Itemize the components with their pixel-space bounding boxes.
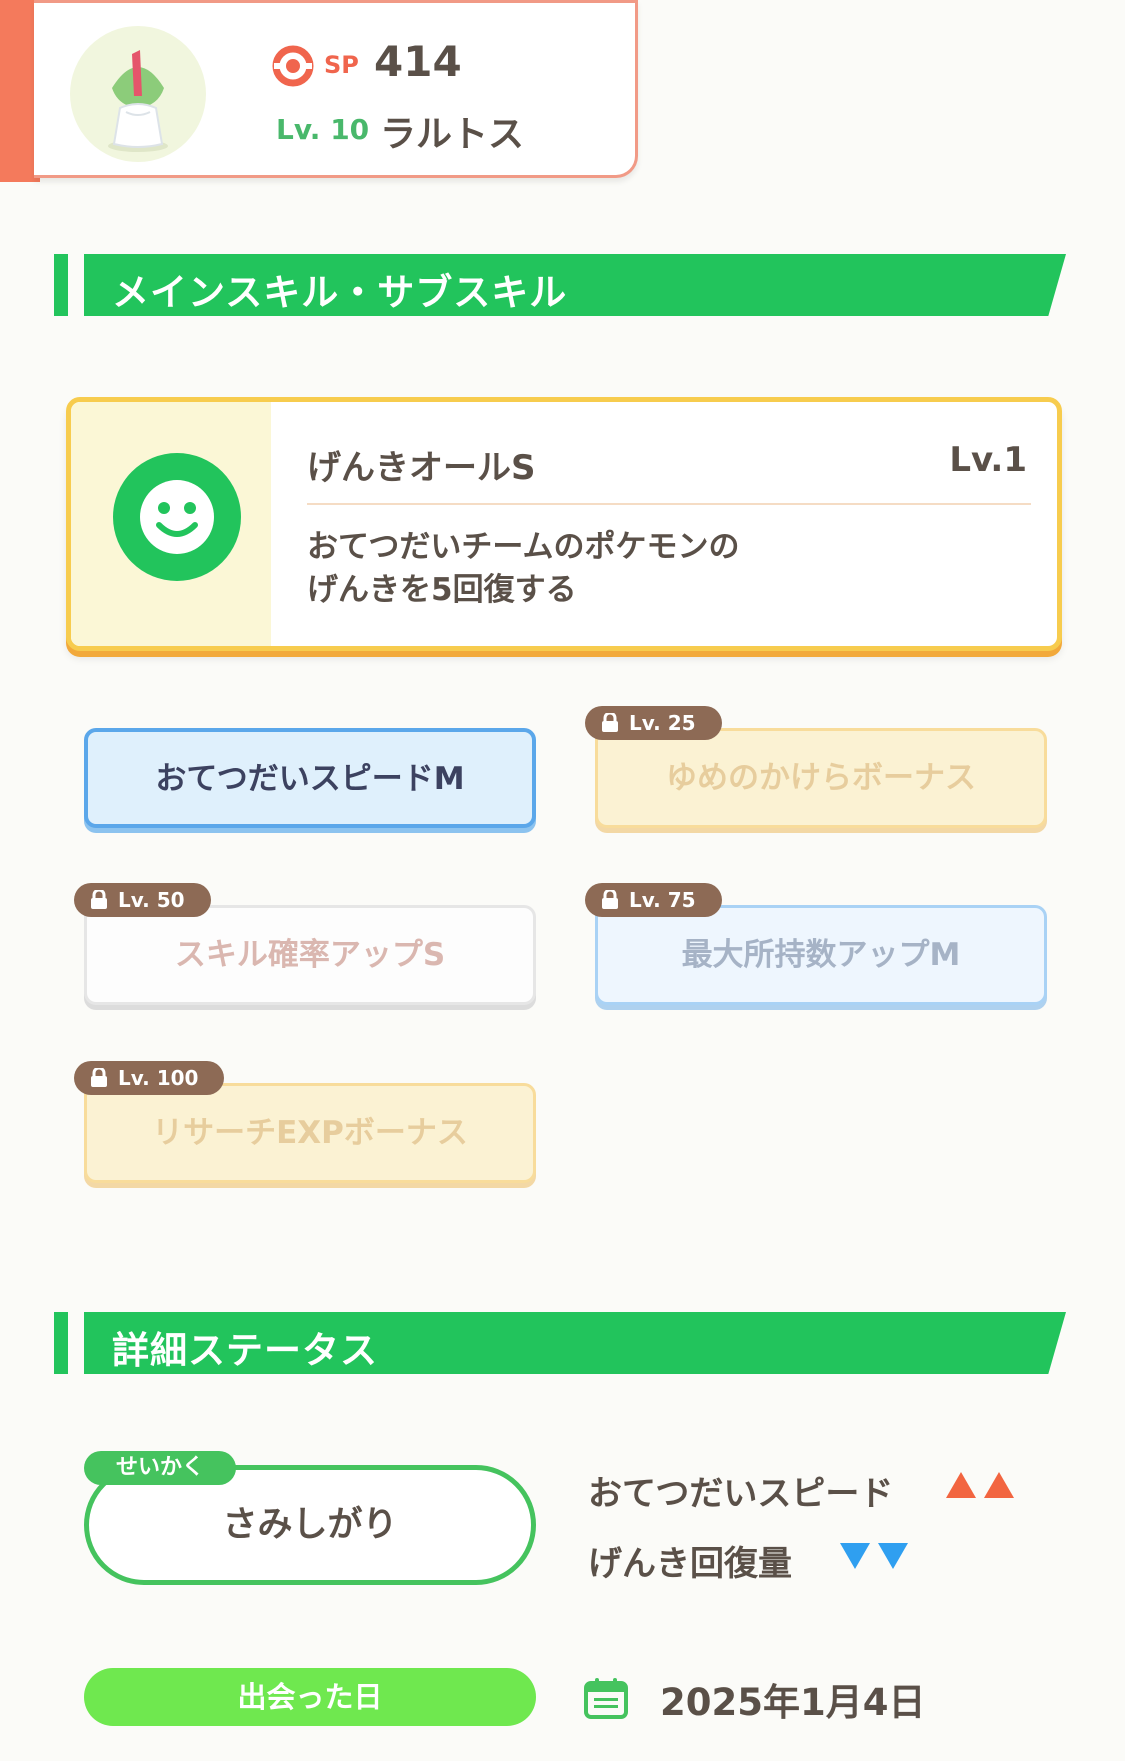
sub-skill-inventory-up-m[interactable]: 最大所持数アップM [595, 905, 1047, 1005]
sub-skill-label: ゆめのかけらボーナス [666, 760, 976, 796]
met-date-label-text: 出会った日 [237, 1680, 383, 1714]
ralts-sprite-icon [108, 50, 168, 152]
pokemon-name: ラルトス [380, 114, 525, 155]
sub-skill-helping-speed-m[interactable]: おてつだいスピードM [84, 728, 536, 828]
sub-skill-label: 最大所持数アップM [681, 937, 961, 973]
pokemon-avatar [70, 26, 206, 162]
up-arrow-icon [984, 1472, 1014, 1498]
smiley-face-icon [113, 453, 241, 581]
sub-skill-dream-shard-bonus[interactable]: ゆめのかけらボーナス [595, 728, 1047, 828]
section-title-status: 詳細ステータス [112, 1329, 378, 1372]
section-title-skills: メインスキル・サブスキル [112, 271, 568, 314]
unlock-level-text: Lv. 75 [629, 888, 696, 912]
lock-icon [602, 890, 618, 909]
sub-skill-label: リサーチEXPボーナス [152, 1115, 468, 1151]
description-line: おてつだいチームのポケモンの [307, 529, 740, 565]
calendar-icon [584, 1678, 628, 1719]
lock-icon [91, 890, 107, 909]
sub-skill-label: おてつだいスピードM [155, 761, 465, 797]
research-sp-icon [272, 45, 314, 87]
unlock-level-text: Lv. 100 [118, 1066, 199, 1090]
nature-down-stat: げんき回復量 [588, 1544, 792, 1584]
unlock-level-badge: Lv. 75 [585, 883, 722, 917]
nature-up-stat: おてつだいスピード [588, 1474, 894, 1514]
nature-tag: せいかく [84, 1451, 237, 1485]
main-skill-description: おてつだいチームのポケモンの げんきを5回復する [307, 526, 739, 612]
pokemon-level: Lv. 10 [276, 113, 370, 146]
stat-up-arrows [946, 1472, 1014, 1498]
section-marker [54, 1312, 68, 1374]
main-skill-name: げんきオールS [307, 448, 536, 488]
unlock-level-badge: Lv. 25 [585, 706, 722, 740]
sp-label: SP [324, 51, 359, 79]
met-date-label: 出会った日 [84, 1668, 536, 1726]
down-arrow-icon [878, 1543, 908, 1569]
lock-icon [602, 713, 618, 732]
unlock-level-badge: Lv. 100 [74, 1061, 225, 1095]
sub-skill-research-exp-bonus[interactable]: リサーチEXPボーナス [84, 1083, 536, 1183]
sub-skill-skill-trigger-s[interactable]: スキル確率アップS [84, 905, 536, 1005]
up-arrow-icon [946, 1472, 976, 1498]
lock-icon [91, 1068, 107, 1087]
unlock-level-text: Lv. 25 [629, 711, 696, 735]
pokemon-header-card: SP 414 Lv. 10 ラルトス [34, 0, 638, 178]
sp-value: 414 [374, 37, 462, 86]
description-line: げんきを5回復する [307, 572, 577, 608]
main-skill-card[interactable]: げんきオールS Lv.1 おてつだいチームのポケモンの げんきを5回復する [66, 397, 1062, 651]
unlock-level-text: Lv. 50 [118, 888, 185, 912]
stat-down-arrows [840, 1543, 908, 1569]
met-date-value: 2025年1月4日 [660, 1681, 926, 1724]
main-skill-level: Lv.1 [949, 440, 1027, 480]
section-marker [54, 254, 68, 316]
divider [307, 503, 1031, 505]
down-arrow-icon [840, 1543, 870, 1569]
unlock-level-badge: Lv. 50 [74, 883, 211, 917]
sub-skill-label: スキル確率アップS [174, 937, 446, 973]
